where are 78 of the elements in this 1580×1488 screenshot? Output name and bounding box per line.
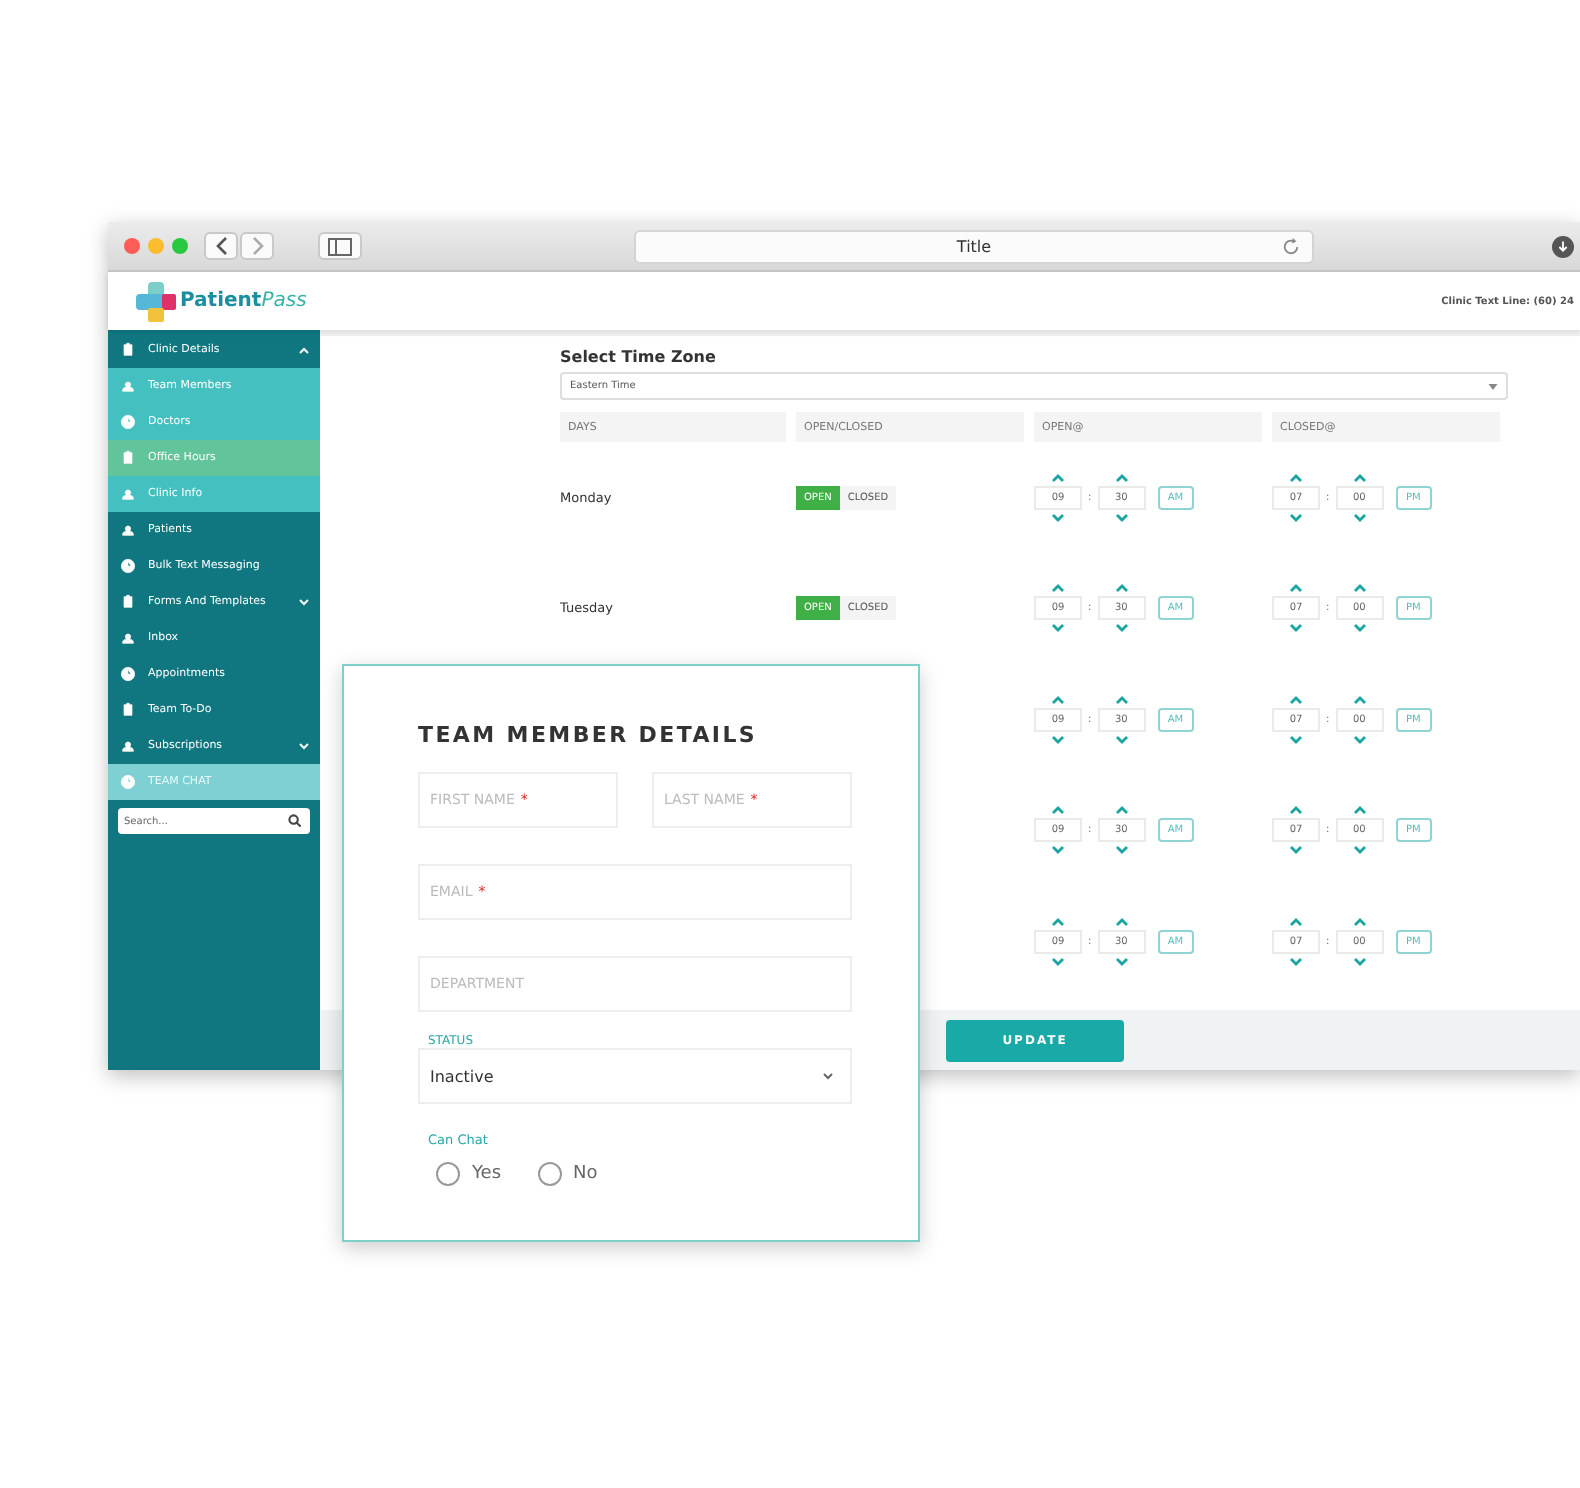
chevron-up-icon[interactable] (1353, 695, 1366, 704)
chevron-down-icon[interactable] (1290, 957, 1302, 966)
chevron-down-icon[interactable] (1353, 846, 1366, 855)
caret-icon (298, 346, 310, 354)
chevron-down-icon[interactable] (1353, 957, 1366, 966)
chevron-up-icon[interactable] (1353, 917, 1366, 926)
chevron-left-icon (215, 237, 226, 255)
radio-option[interactable]: No (537, 1162, 598, 1186)
chevron-down-icon[interactable] (1115, 957, 1128, 966)
chevron-down-icon[interactable] (1353, 624, 1366, 633)
chevron-down-icon[interactable] (1290, 735, 1302, 744)
chevron-up-icon[interactable] (1290, 806, 1302, 815)
chevron-down-icon[interactable] (1290, 846, 1302, 855)
chevron-up-icon[interactable] (1353, 473, 1366, 482)
menu-item-icon (120, 630, 136, 646)
status-dropdown[interactable]: Inactive (418, 1048, 852, 1104)
menu-item-icon (120, 558, 136, 574)
chevron-up-icon[interactable] (1115, 806, 1128, 815)
logo-text: PatientPass (180, 290, 307, 312)
menu-item-icon (120, 738, 136, 754)
caret-icon (298, 742, 310, 750)
chevron-up-icon[interactable] (1290, 917, 1302, 926)
radio-button[interactable] (537, 1162, 562, 1186)
chevron-down-icon[interactable] (1115, 624, 1128, 633)
chevron-up-icon[interactable] (1115, 473, 1128, 482)
menu-item-icon (120, 594, 136, 610)
dropdown-caret-icon (1488, 383, 1498, 389)
download-icon[interactable] (1552, 235, 1574, 257)
chevron-right-icon (252, 237, 263, 255)
chevron-up-icon[interactable] (1052, 473, 1064, 482)
chevron-up-icon[interactable] (1290, 695, 1302, 704)
radio-option[interactable]: Yes (436, 1162, 502, 1186)
logo-icon (136, 281, 176, 321)
chevron-up-icon[interactable] (1052, 806, 1064, 815)
chevron-down-icon[interactable] (1290, 624, 1302, 633)
chevron-down-icon[interactable] (1052, 735, 1064, 744)
back-button[interactable] (204, 232, 238, 260)
caret-icon (298, 598, 310, 606)
chevron-up-icon[interactable] (1290, 473, 1302, 482)
chevron-down-icon[interactable] (1115, 846, 1128, 855)
chevron-up-icon[interactable] (1115, 917, 1128, 926)
chevron-down-icon[interactable] (1052, 846, 1064, 855)
chevron-down-icon[interactable] (1052, 513, 1064, 522)
reload-icon[interactable] (1282, 237, 1300, 255)
search-icon (288, 814, 302, 828)
chevron-down-icon[interactable] (1290, 513, 1302, 522)
menu-item-icon (120, 414, 136, 430)
menu-item-icon (120, 342, 136, 358)
menu-item-icon (120, 522, 136, 538)
menu-item-icon (120, 666, 136, 682)
chevron-up-icon[interactable] (1052, 695, 1064, 704)
chevron-up-icon[interactable] (1353, 806, 1366, 815)
close-icon[interactable] (124, 238, 140, 254)
chevron-down-icon[interactable] (1052, 624, 1064, 633)
menu-item-icon (120, 450, 136, 466)
chevron-down-icon[interactable] (1353, 513, 1366, 522)
chevron-up-icon[interactable] (1290, 584, 1302, 593)
chevron-up-icon[interactable] (1353, 584, 1366, 593)
menu-item-icon (120, 774, 136, 790)
chevron-down-icon[interactable] (1115, 513, 1128, 522)
chevron-up-icon[interactable] (1052, 584, 1064, 593)
menu-item-icon (120, 702, 136, 718)
sidebar-icon (328, 237, 352, 255)
chevron-up-icon[interactable] (1115, 695, 1128, 704)
chevron-up-icon[interactable] (1052, 917, 1064, 926)
address-bar[interactable]: Title (634, 229, 1314, 263)
dropdown-caret-icon (822, 1072, 834, 1080)
chevron-down-icon[interactable] (1115, 735, 1128, 744)
chevron-up-icon[interactable] (1115, 584, 1128, 593)
maximize-icon[interactable] (172, 238, 188, 254)
chevron-down-icon[interactable] (1052, 957, 1064, 966)
sidebar-toggle-button[interactable] (318, 232, 362, 260)
menu-item-icon (120, 486, 136, 502)
menu-item-icon (120, 378, 136, 394)
radio-button[interactable] (436, 1162, 460, 1186)
section-title: Select Time Zone (560, 348, 718, 366)
chevron-down-icon[interactable] (1353, 735, 1366, 744)
modal-title: TEAM MEMBER DETAILS (418, 722, 760, 748)
